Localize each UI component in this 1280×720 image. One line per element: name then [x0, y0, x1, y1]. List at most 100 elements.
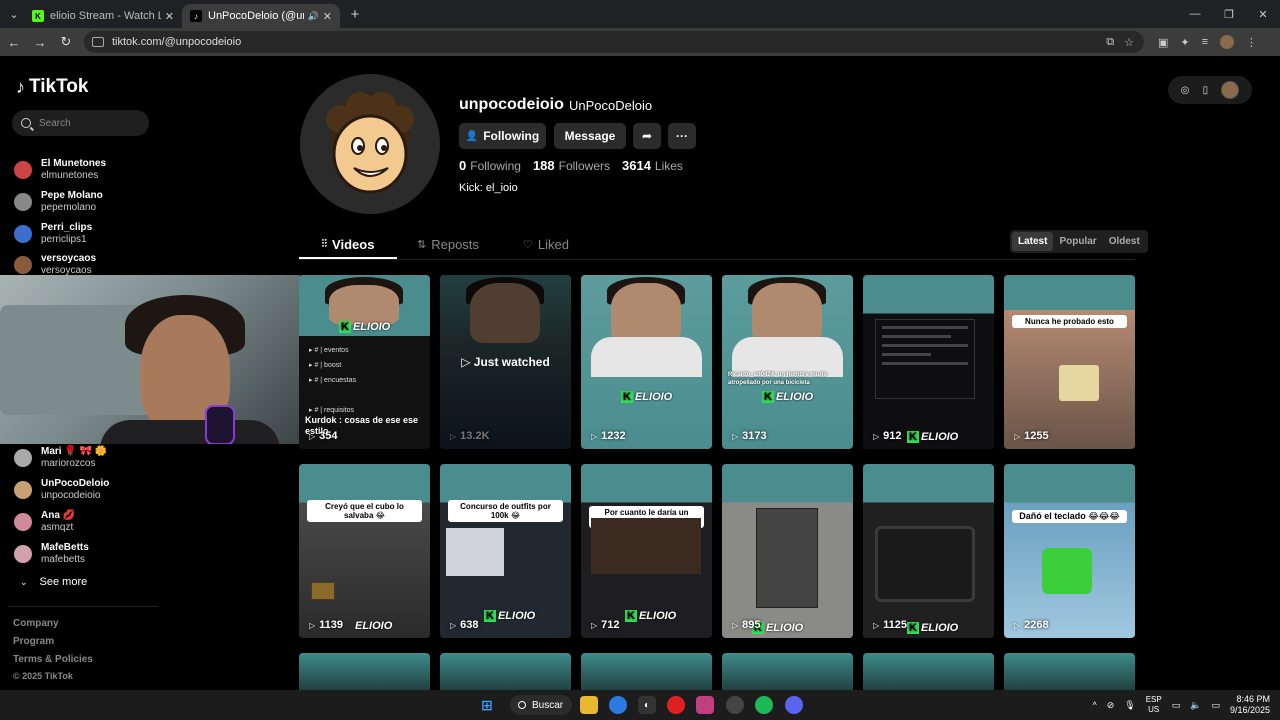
elioio-brand: K ELIOIO — [907, 431, 959, 443]
maximize-button[interactable]: ❐ — [1212, 0, 1246, 28]
user-avatar[interactable] — [1221, 81, 1240, 99]
network-off-icon[interactable]: ⊘ — [1107, 700, 1115, 711]
footer-link-company[interactable]: Company — [13, 618, 59, 629]
video-card[interactable]: K ELIOIO ▷ 1232 — [581, 275, 712, 449]
forward-button[interactable]: → — [28, 30, 52, 54]
chrome-icon[interactable] — [609, 696, 627, 714]
video-card[interactable] — [440, 653, 571, 690]
video-card[interactable]: K ELIOIO ▷ 895 — [722, 464, 853, 638]
followers-stat[interactable]: 188 Followers — [533, 158, 610, 173]
close-tab-icon[interactable]: ✕ — [165, 10, 174, 23]
following-stat-label: Following — [470, 159, 521, 173]
tab-search-icon[interactable]: ⌄ — [4, 4, 24, 24]
following-account[interactable]: Perri_clips perriclips1 — [14, 222, 92, 246]
back-button[interactable]: ← — [2, 30, 26, 54]
close-window-button[interactable]: ✕ — [1246, 0, 1280, 28]
photos-icon[interactable] — [696, 696, 714, 714]
app-icon[interactable]: ◐ — [638, 696, 656, 714]
see-more-button[interactable]: ⌄ See more — [20, 576, 87, 588]
profile-avatar[interactable] — [300, 74, 440, 214]
following-count: 0 — [459, 158, 467, 173]
media-controls-icon[interactable]: ≡ — [1202, 36, 1208, 48]
puzzle-icon[interactable]: ✦ — [1180, 36, 1189, 49]
browser-tab-tiktok[interactable]: ♪ UnPocoDeloio (@unpocodeioio 🔊 ✕ — [182, 4, 340, 28]
elioio-brand: K ELIOIO — [484, 610, 536, 622]
volume-icon[interactable]: 🔈 — [1190, 700, 1201, 711]
play-icon: ▷ — [450, 431, 457, 441]
tab-reposts[interactable]: ⇅ Reposts — [417, 230, 503, 258]
browser-tab-kick[interactable]: K elioio Stream - Watch Live on K ✕ — [24, 4, 182, 28]
video-card[interactable] — [581, 653, 712, 690]
following-account[interactable]: Ana 💋 asmqzt — [14, 510, 75, 534]
account-name: Perri_clips — [41, 222, 93, 233]
following-account[interactable]: Mari 🌹 🎀 🌼 mariorozcos — [14, 446, 107, 470]
share-button[interactable]: ➦ — [633, 123, 661, 149]
search-input[interactable]: Search — [12, 110, 149, 136]
video-card[interactable]: ▷ Just watched ▷ 13.2K — [440, 275, 571, 449]
following-account[interactable]: versoycaos versoycaos — [14, 253, 96, 277]
video-card[interactable] — [863, 653, 994, 690]
bookmark-star-icon[interactable]: ☆ — [1124, 36, 1134, 49]
following-account[interactable]: Pepe Molano pepemolano — [14, 190, 103, 214]
following-stat[interactable]: 0 Following — [459, 158, 521, 173]
extension-icon[interactable]: ▣ — [1158, 36, 1168, 49]
following-account[interactable]: MafeBetts mafebetts — [14, 542, 89, 566]
reload-button[interactable]: ↻ — [54, 30, 78, 54]
video-card[interactable] — [722, 653, 853, 690]
url-bar[interactable]: tiktok.com/@unpocodeioio ⧉ ☆ — [84, 31, 1144, 53]
sort-popular[interactable]: Popular — [1053, 232, 1102, 251]
install-app-icon[interactable]: ⧉ — [1106, 36, 1114, 49]
opera-icon[interactable] — [667, 696, 685, 714]
following-button[interactable]: 👤 Following — [459, 123, 546, 149]
play-icon: ▷ — [732, 620, 739, 630]
game-app-icon[interactable] — [726, 696, 744, 714]
discord-icon[interactable] — [785, 696, 803, 714]
system-tray: ^ ⊘ 🎙 ESP US ▭ 🔈 ▭ 8:46 PM 9/16/2025 — [1092, 693, 1270, 717]
more-options-button[interactable]: ··· — [668, 123, 696, 149]
video-card[interactable] — [1004, 653, 1135, 690]
tiktok-logo[interactable]: ♪ TikTok — [16, 76, 88, 98]
cartoon-avatar-icon — [326, 92, 414, 194]
site-info-icon[interactable] — [92, 37, 104, 47]
kebab-menu-icon[interactable]: ⋮ — [1246, 36, 1257, 49]
close-tab-icon[interactable]: ✕ — [323, 10, 332, 23]
tab-liked[interactable]: ♡ Liked — [523, 230, 593, 258]
video-card[interactable] — [299, 653, 430, 690]
windows-start-icon[interactable]: ⊞ — [478, 696, 496, 714]
video-card[interactable]: Concurso de outfits por 100k 😂 K ELIOIO ▷… — [440, 464, 571, 638]
video-card[interactable]: K ELIOIO ▷ 1125 — [863, 464, 994, 638]
minimize-button[interactable]: — — [1178, 0, 1212, 28]
tab-videos[interactable]: ⫶⫶ Videos — [299, 230, 397, 258]
taskbar-search[interactable]: Buscar — [510, 695, 572, 715]
footer-link-terms[interactable]: Terms & Policies — [13, 654, 93, 665]
following-account[interactable]: El Munetones elmunetones — [14, 158, 106, 182]
speaker-icon[interactable]: 🔊 — [308, 11, 319, 22]
message-button[interactable]: Message — [554, 123, 626, 149]
footer-link-program[interactable]: Program — [13, 636, 54, 647]
video-card[interactable]: K ELIOIO ▷ 912 — [863, 275, 994, 449]
chevron-up-icon[interactable]: ^ — [1092, 700, 1096, 710]
elioio-brand: K ELIOIO — [339, 321, 391, 333]
language-indicator[interactable]: ESP US — [1146, 695, 1162, 715]
video-card[interactable]: Creyó que el cubo lo salvaba 😂 ELIOIO ▷ 1… — [299, 464, 430, 638]
tab-videos-label: Videos — [332, 236, 375, 252]
display-icon[interactable]: ▭ — [1172, 700, 1181, 711]
following-account[interactable]: UnPocoDeloio unpocodeioio — [14, 478, 109, 502]
view-count-number: 912 — [883, 430, 902, 442]
spotify-icon[interactable] — [755, 696, 773, 714]
video-card[interactable]: K ELIOIO ▸ # | eventos ▸ # | boost ▸ # | en… — [299, 275, 430, 449]
clock[interactable]: 8:46 PM 9/16/2025 — [1230, 694, 1270, 716]
battery-icon[interactable]: ▭ — [1211, 700, 1220, 711]
video-card[interactable]: Por cuanto le daría un beso? 😂 KELIOIO ▷… — [581, 464, 712, 638]
new-tab-button[interactable]: + — [344, 3, 366, 25]
sort-latest[interactable]: Latest — [1012, 232, 1054, 251]
file-explorer-icon[interactable] — [580, 696, 598, 714]
video-card[interactable]: Dañó el teclado 😂😂😂 ▷ 2268 — [1004, 464, 1135, 638]
microphone-icon[interactable]: 🎙 — [1124, 700, 1135, 711]
profile-avatar-icon[interactable] — [1220, 35, 1235, 49]
video-card[interactable]: Nunca he probado esto ▷ 1255 — [1004, 275, 1135, 449]
phone-icon[interactable]: ▯ — [1203, 85, 1209, 96]
compass-icon[interactable]: ◎ — [1181, 85, 1190, 96]
video-card[interactable]: Ricardo_ad0424: un hombre murió atropell… — [722, 275, 853, 449]
sort-oldest[interactable]: Oldest — [1103, 232, 1146, 251]
